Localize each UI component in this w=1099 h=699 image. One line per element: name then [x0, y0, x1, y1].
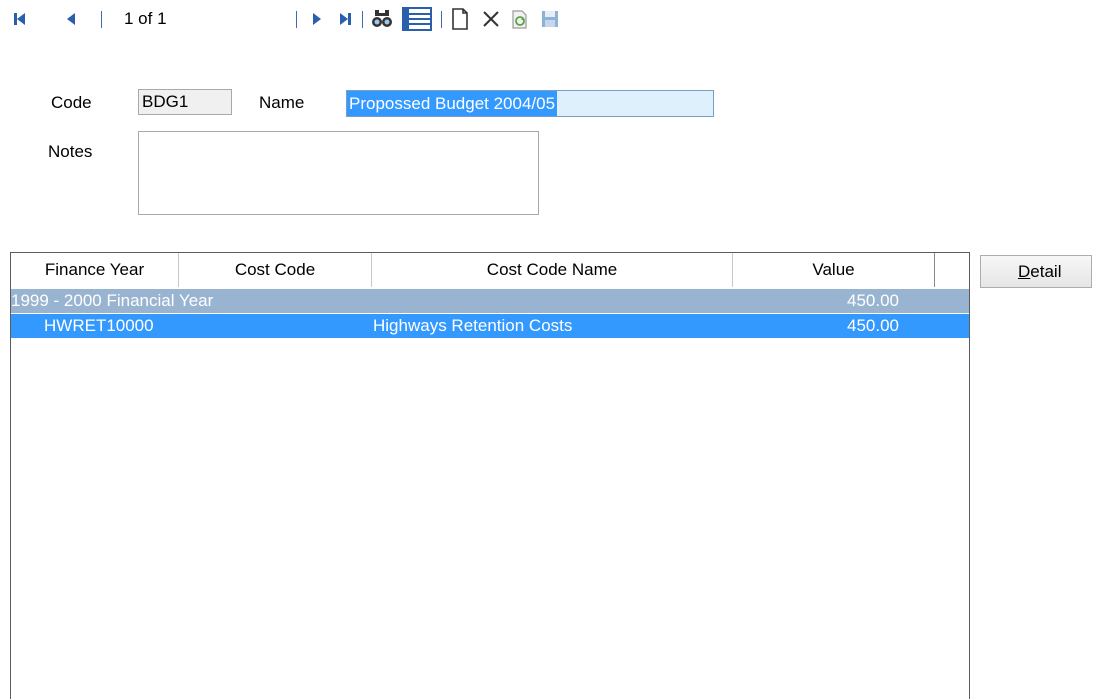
table-row[interactable]: HWRET10000 Highways Retention Costs 450.…	[11, 314, 969, 338]
new-record-button[interactable]	[447, 6, 473, 32]
last-record-button[interactable]	[335, 6, 357, 32]
group-row-label: 1999 - 2000 Financial Year	[11, 291, 214, 310]
toolbar-separator	[441, 11, 442, 28]
refresh-icon	[512, 10, 527, 29]
code-label: Code	[51, 93, 92, 112]
budget-lines-grid[interactable]: Finance Year Cost Code Cost Code Name Va…	[10, 252, 970, 699]
detail-button-label: etail	[1030, 262, 1062, 281]
find-icon	[372, 10, 392, 27]
refresh-button[interactable]	[508, 6, 532, 32]
notes-label: Notes	[48, 142, 93, 161]
find-button[interactable]	[369, 6, 395, 32]
toolbar-separator	[362, 11, 363, 28]
previous-record-button[interactable]	[60, 6, 82, 32]
last-record-icon	[340, 13, 351, 25]
next-record-icon	[313, 13, 321, 25]
detail-button[interactable]: Detail	[980, 255, 1092, 288]
value-cell: 450.00	[847, 316, 899, 335]
delete-icon	[483, 11, 499, 27]
code-field[interactable]: BDG1	[138, 89, 232, 115]
detail-button-mnemonic: D	[1018, 262, 1031, 281]
next-record-button[interactable]	[306, 6, 328, 32]
cost-code-cell: HWRET10000	[44, 316, 154, 335]
column-header-value[interactable]: Value	[733, 253, 935, 287]
name-field-selected-text: Propossed Budget 2004/05	[347, 91, 558, 116]
list-view-button[interactable]	[400, 6, 434, 32]
save-icon	[542, 11, 558, 27]
list-view-icon	[402, 7, 432, 31]
notes-field[interactable]	[138, 131, 539, 215]
previous-record-icon	[67, 13, 75, 25]
first-record-icon	[14, 13, 25, 25]
toolbar-separator	[101, 11, 102, 28]
column-header-cost-code-name[interactable]: Cost Code Name	[372, 253, 733, 287]
group-row[interactable]: 1999 - 2000 Financial Year 450.00	[11, 289, 969, 313]
record-position: 1 of 1	[124, 9, 167, 28]
delete-button[interactable]	[479, 6, 503, 32]
group-row-value: 450.00	[847, 291, 899, 310]
name-field[interactable]: Propossed Budget 2004/05	[346, 90, 714, 117]
column-header-cost-code[interactable]: Cost Code	[179, 253, 372, 287]
first-record-button[interactable]	[8, 6, 30, 32]
grid-header: Finance Year Cost Code Cost Code Name Va…	[11, 253, 969, 287]
toolbar-separator	[296, 11, 297, 28]
name-label: Name	[259, 93, 305, 112]
new-record-icon	[452, 8, 468, 30]
cost-code-name-cell: Highways Retention Costs	[373, 316, 573, 335]
column-header-finance-year[interactable]: Finance Year	[11, 253, 179, 287]
save-button[interactable]	[538, 6, 562, 32]
